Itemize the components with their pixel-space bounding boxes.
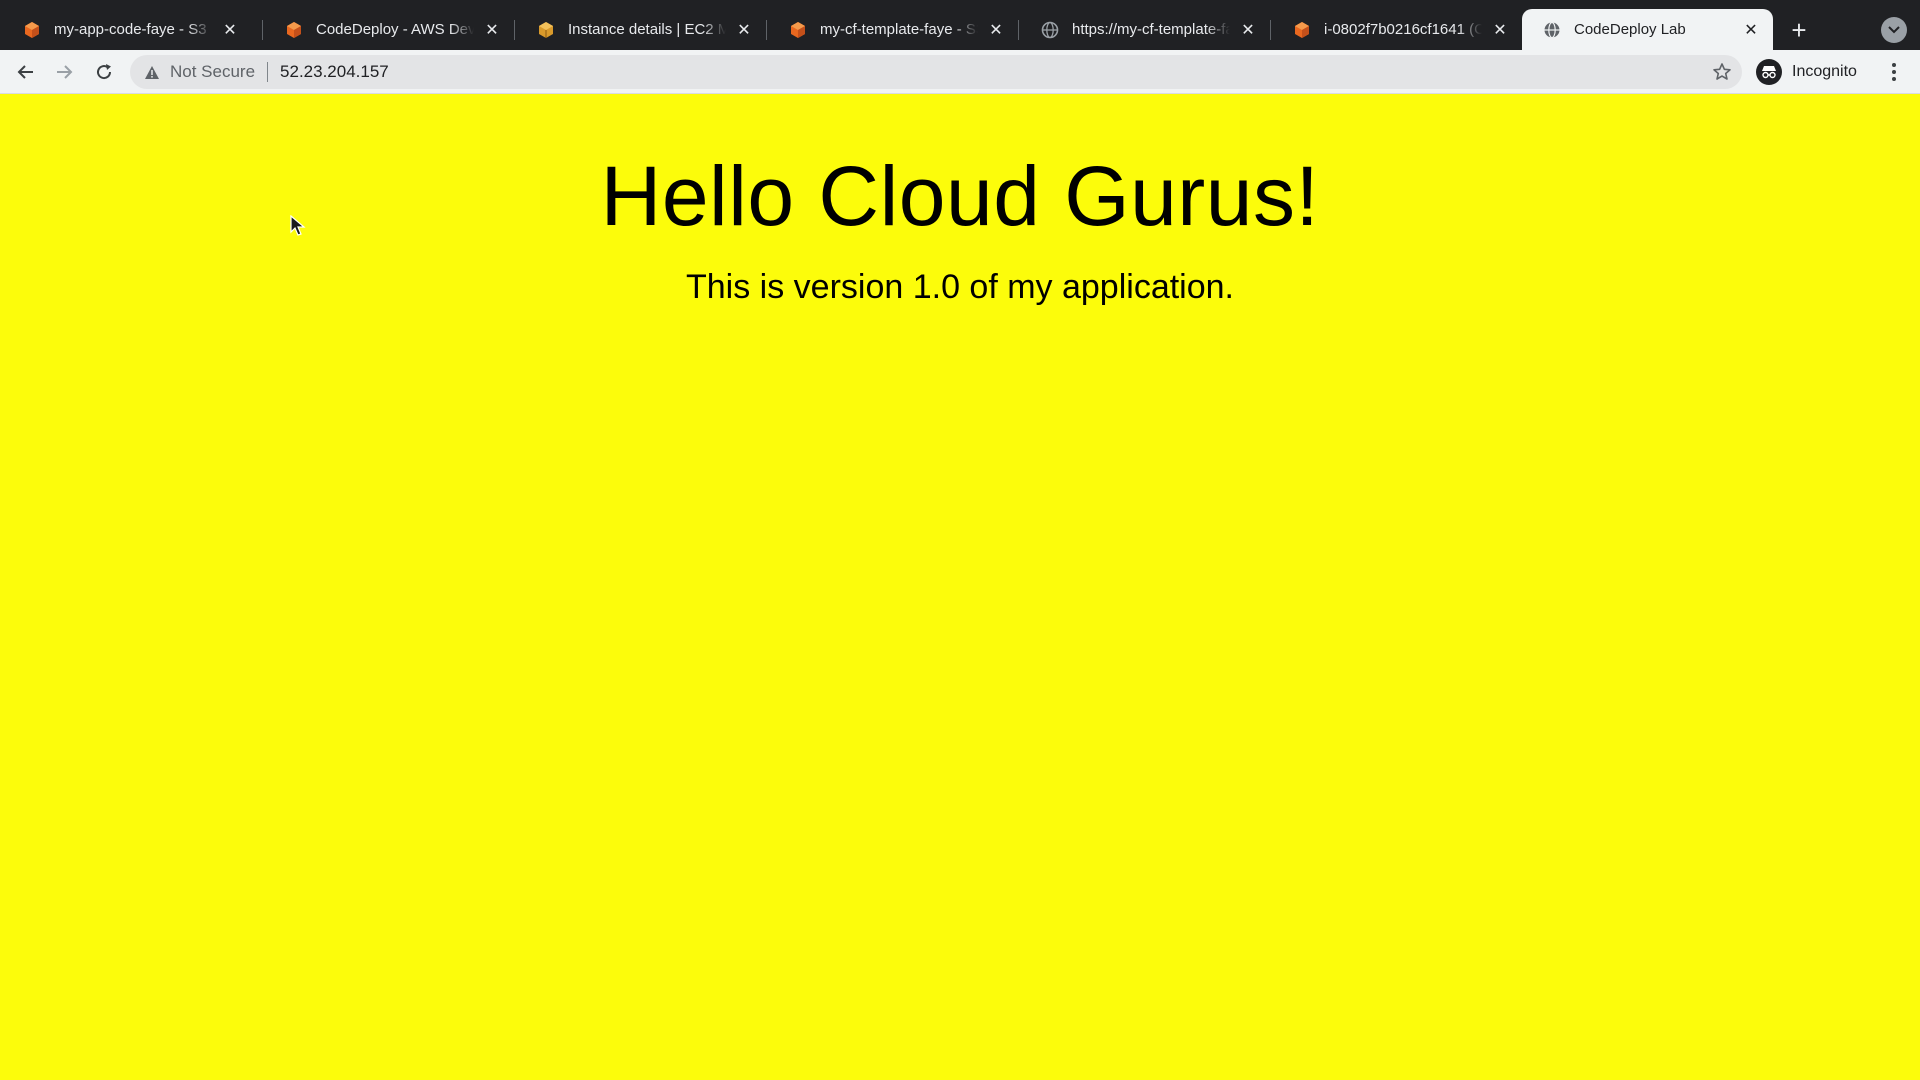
back-button[interactable] [10, 56, 42, 88]
mouse-cursor-icon [290, 215, 306, 236]
tab-title: https://my-cf-template-faye [1072, 21, 1230, 38]
close-icon[interactable]: ✕ [220, 20, 240, 40]
forward-button[interactable] [48, 56, 80, 88]
tab-separator [514, 20, 515, 40]
tab-title: my-app-code-faye - S3 bucket [54, 21, 212, 38]
tab-title: i-0802f7b0216cf1641 (CodeDeploy) [1324, 21, 1482, 38]
tab-codedeploy-lab[interactable]: CodeDeploy Lab ✕ [1522, 9, 1773, 50]
divider [267, 62, 269, 82]
arrow-right-icon [57, 65, 73, 79]
tab-separator [766, 20, 767, 40]
new-tab-button[interactable]: + [1782, 14, 1816, 46]
arrow-left-icon [17, 65, 33, 79]
close-icon[interactable]: ✕ [1238, 20, 1258, 40]
tab-s3-my-app-code[interactable]: my-app-code-faye - S3 bucket ✕ [2, 9, 252, 50]
close-icon[interactable]: ✕ [1741, 20, 1761, 40]
chevron-down-icon [1888, 26, 1900, 34]
tab-title: CodeDeploy - AWS Developer Tools [316, 21, 474, 38]
close-icon[interactable]: ✕ [482, 20, 502, 40]
globe-icon [1542, 20, 1562, 40]
tab-ec2-instance-connect[interactable]: i-0802f7b0216cf1641 (CodeDeploy) ✕ [1272, 9, 1522, 50]
tab-title: my-cf-template-faye - S3 bucket [820, 21, 978, 38]
aws-box-icon [536, 20, 556, 40]
incognito-icon [1756, 59, 1782, 85]
aws-cube-icon [1292, 20, 1312, 40]
warning-icon[interactable] [142, 62, 162, 82]
tab-strip: my-app-code-faye - S3 bucket ✕ CodeDeplo… [0, 0, 1920, 50]
security-label[interactable]: Not Secure [170, 62, 255, 82]
page-subtitle: This is version 1.0 of my application. [685, 268, 1235, 307]
close-icon[interactable]: ✕ [986, 20, 1006, 40]
address-bar[interactable]: Not Secure 52.23.204.157 [130, 55, 1742, 89]
incognito-label: Incognito [1792, 63, 1857, 80]
plus-icon: + [1791, 14, 1807, 45]
url-text[interactable]: 52.23.204.157 [280, 62, 389, 82]
browser-toolbar: Not Secure 52.23.204.157 Incognito [0, 50, 1920, 94]
aws-cube-icon [22, 20, 42, 40]
reload-icon [97, 64, 112, 80]
reload-button[interactable] [88, 56, 120, 88]
aws-cube-icon [788, 20, 808, 40]
page-content: Hello Cloud Gurus! This is version 1.0 o… [0, 94, 1920, 1080]
tab-separator [1270, 20, 1271, 40]
bookmark-star-icon[interactable] [1712, 62, 1732, 82]
tab-title: CodeDeploy Lab [1574, 21, 1686, 38]
tab-separator [1018, 20, 1019, 40]
browser-menu-button[interactable] [1882, 56, 1906, 88]
close-icon[interactable]: ✕ [734, 20, 754, 40]
globe-icon [1040, 20, 1060, 40]
page-heading: Hello Cloud Gurus! [600, 149, 1320, 243]
close-icon[interactable]: ✕ [1490, 20, 1510, 40]
tab-s3-my-cf-template[interactable]: my-cf-template-faye - S3 bucket ✕ [768, 9, 1018, 50]
tab-title: Instance details | EC2 Management Consol… [568, 21, 726, 38]
tab-search-button[interactable] [1881, 17, 1907, 43]
tab-ec2-instance-details[interactable]: Instance details | EC2 Management Consol… [516, 9, 766, 50]
incognito-profile-button[interactable]: Incognito [1752, 56, 1867, 88]
tab-cf-template-url[interactable]: https://my-cf-template-faye ✕ [1020, 9, 1270, 50]
aws-cube-icon [284, 20, 304, 40]
tab-separator [262, 20, 263, 40]
tab-codedeploy-console[interactable]: CodeDeploy - AWS Developer Tools ✕ [264, 9, 514, 50]
